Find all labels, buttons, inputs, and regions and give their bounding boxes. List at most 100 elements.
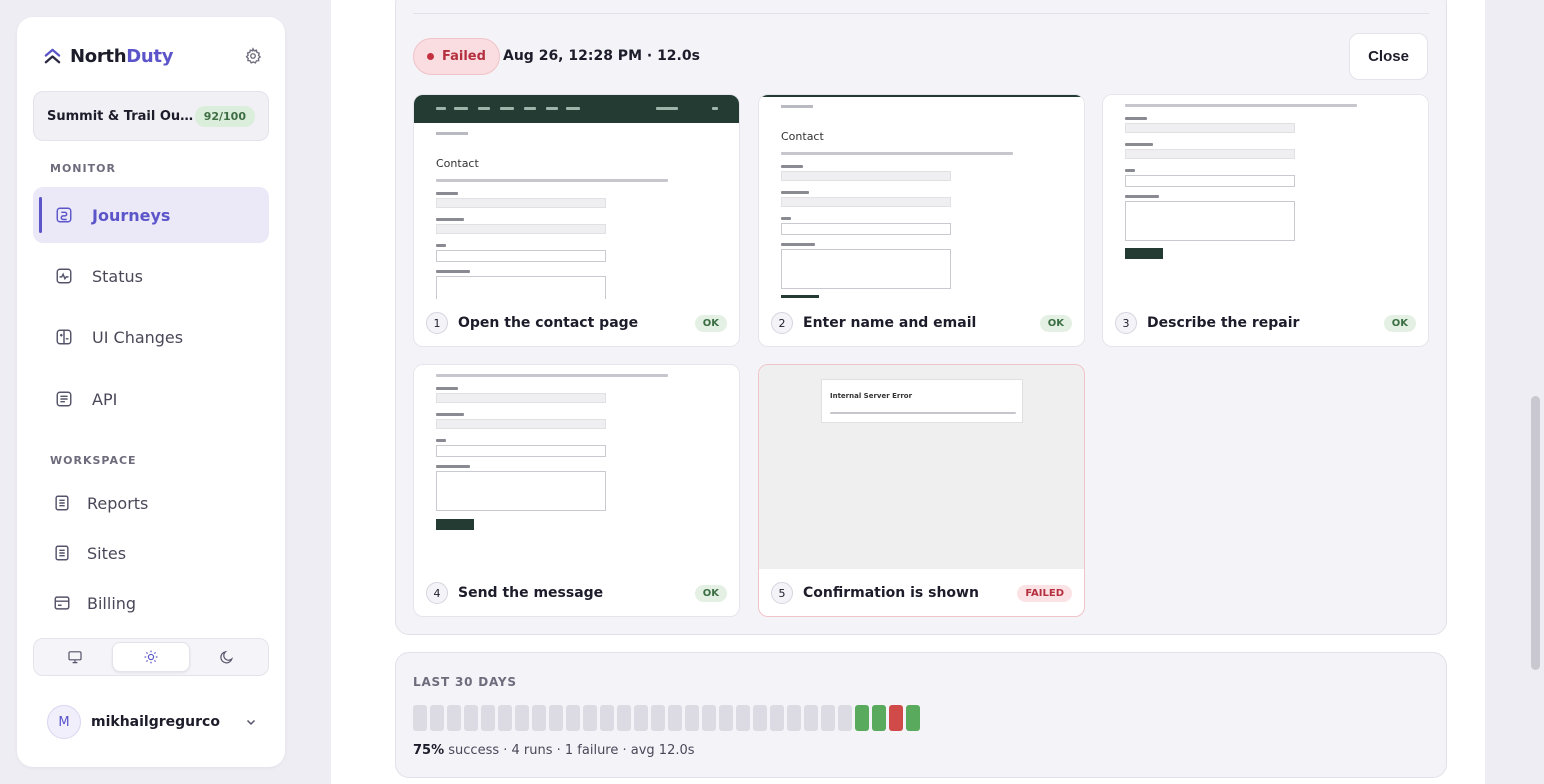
section-label-monitor: MONITOR — [50, 162, 116, 175]
history-panel: LAST 30 DAYS 75% success · 4 runs · 1 fa… — [395, 652, 1447, 778]
theme-switcher — [33, 638, 269, 676]
history-day-bar[interactable] — [532, 705, 546, 731]
user-menu[interactable]: M mikhailgregurco — [47, 705, 257, 739]
sidebar: NorthDuty Summit & Trail Outfi... 92/100… — [17, 17, 285, 767]
theme-light-button[interactable] — [112, 642, 190, 672]
step-label: Send the message — [458, 585, 604, 601]
history-bars — [413, 705, 920, 731]
step-number: 2 — [771, 312, 793, 334]
close-button[interactable]: Close — [1349, 33, 1428, 80]
step-card[interactable]: 3 Describe the repair OK — [1102, 94, 1429, 347]
sidebar-item-sites[interactable]: Sites — [33, 531, 269, 575]
history-day-bar[interactable] — [481, 705, 495, 731]
step-card[interactable]: Contact 1 Open the contact page OK — [413, 94, 740, 347]
history-day-bar[interactable] — [498, 705, 512, 731]
sidebar-item-billing[interactable]: Billing — [33, 581, 269, 625]
mock-page-title: Contact — [781, 130, 824, 143]
theme-system-button[interactable] — [37, 642, 112, 672]
step-screenshot[interactable]: Contact — [414, 95, 739, 299]
user-name: mikhailgregurco — [91, 714, 220, 730]
history-day-bar[interactable] — [634, 705, 648, 731]
step-screenshot[interactable] — [1103, 95, 1428, 299]
history-day-bar[interactable] — [447, 705, 461, 731]
history-day-bar[interactable] — [430, 705, 444, 731]
step-label: Open the contact page — [458, 315, 639, 331]
status-dot — [427, 53, 434, 60]
status-text: Failed — [442, 49, 486, 64]
sidebar-item-ui-changes[interactable]: UI Changes — [33, 309, 269, 365]
step-screenshot[interactable] — [414, 365, 739, 569]
northduty-logo-icon — [44, 48, 61, 64]
chevron-down-icon — [246, 719, 256, 726]
history-day-bar[interactable] — [838, 705, 852, 731]
sidebar-item-reports[interactable]: Reports — [33, 481, 269, 525]
history-day-bar[interactable] — [668, 705, 682, 731]
document-icon — [55, 495, 69, 511]
sidebar-item-label: API — [92, 389, 118, 409]
brand-logo[interactable]: NorthDuty — [43, 46, 173, 67]
history-day-bar[interactable] — [685, 705, 699, 731]
moon-icon — [220, 650, 234, 664]
step-card[interactable]: Internal Server Error 5 Confirmation is … — [758, 364, 1085, 617]
step-status-badge: OK — [694, 314, 727, 332]
history-day-bar[interactable] — [566, 705, 580, 731]
history-day-bar[interactable] — [889, 705, 903, 731]
sidebar-item-label: Journeys — [92, 205, 171, 225]
history-day-bar[interactable] — [651, 705, 665, 731]
step-status-badge: OK — [1039, 314, 1072, 332]
history-day-bar[interactable] — [855, 705, 869, 731]
sidebar-item-status[interactable]: Status — [33, 248, 269, 304]
divider — [413, 13, 1429, 14]
step-card[interactable]: Contact 2 Enter name and email OK — [758, 94, 1085, 347]
card-icon — [54, 596, 70, 610]
route-icon — [56, 207, 72, 223]
history-day-bar[interactable] — [804, 705, 818, 731]
mock-page-title: Contact — [436, 157, 479, 170]
history-day-bar[interactable] — [787, 705, 801, 731]
history-day-bar[interactable] — [906, 705, 920, 731]
code-icon — [56, 391, 72, 407]
history-day-bar[interactable] — [600, 705, 614, 731]
site-switcher[interactable]: Summit & Trail Outfi... 92/100 — [33, 91, 269, 141]
step-label: Describe the repair — [1147, 315, 1300, 331]
theme-dark-button[interactable] — [190, 642, 265, 672]
monitor-icon — [68, 651, 82, 664]
step-screenshot[interactable]: Contact — [759, 95, 1084, 299]
step-number: 5 — [771, 582, 793, 604]
gear-icon[interactable] — [244, 47, 262, 65]
run-meta: Aug 26, 12:28 PM · 12.0s — [503, 48, 700, 64]
history-day-bar[interactable] — [821, 705, 835, 731]
history-day-bar[interactable] — [583, 705, 597, 731]
history-day-bar[interactable] — [770, 705, 784, 731]
history-day-bar[interactable] — [702, 705, 716, 731]
history-day-bar[interactable] — [617, 705, 631, 731]
scrollbar[interactable] — [1531, 396, 1540, 670]
step-number: 4 — [426, 582, 448, 604]
pulse-icon — [56, 268, 72, 284]
mock-navbar — [414, 95, 739, 123]
mock-error-title: Internal Server Error — [830, 392, 913, 400]
sun-icon — [144, 650, 158, 664]
step-label: Confirmation is shown — [803, 585, 979, 601]
step-card[interactable]: 4 Send the message OK — [413, 364, 740, 617]
history-day-bar[interactable] — [413, 705, 427, 731]
history-day-bar[interactable] — [872, 705, 886, 731]
step-status-badge: OK — [694, 584, 727, 602]
sidebar-item-api[interactable]: API — [33, 371, 269, 427]
history-day-bar[interactable] — [515, 705, 529, 731]
sidebar-item-label: Billing — [87, 593, 137, 613]
history-day-bar[interactable] — [464, 705, 478, 731]
step-status-badge: FAILED — [1017, 584, 1072, 602]
section-label-workspace: WORKSPACE — [50, 454, 137, 467]
history-day-bar[interactable] — [549, 705, 563, 731]
brand-name: NorthDuty — [70, 46, 174, 67]
step-screenshot[interactable]: Internal Server Error — [759, 365, 1084, 569]
history-day-bar[interactable] — [719, 705, 733, 731]
sidebar-item-journeys[interactable]: Journeys — [33, 187, 269, 243]
step-number: 3 — [1115, 312, 1137, 334]
sidebar-item-label: UI Changes — [92, 327, 184, 347]
step-status-badge: OK — [1383, 314, 1416, 332]
history-day-bar[interactable] — [736, 705, 750, 731]
quota-badge: 92/100 — [194, 105, 255, 127]
history-day-bar[interactable] — [753, 705, 767, 731]
